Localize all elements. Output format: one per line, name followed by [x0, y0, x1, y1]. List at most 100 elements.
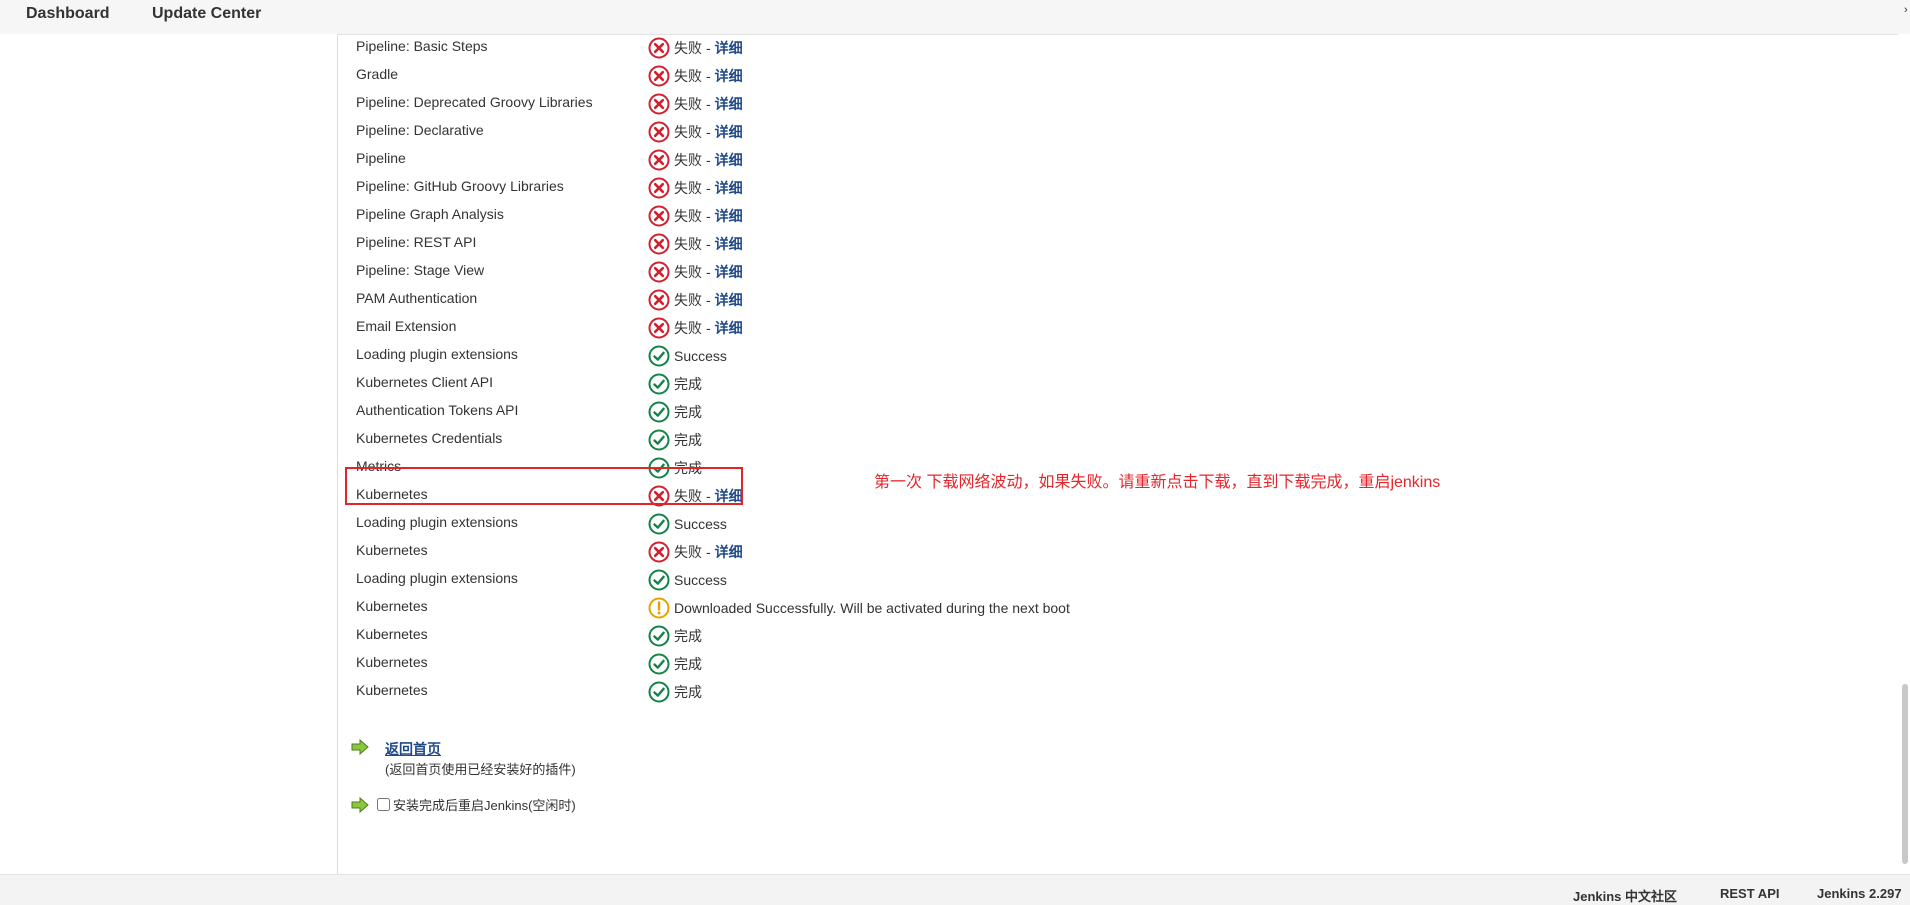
status-cell: Downloaded Successfully. Will be activat…: [648, 594, 1070, 622]
fail-icon: [648, 541, 670, 563]
plugin-name: Email Extension: [356, 318, 457, 334]
breadcrumb-dashboard[interactable]: Dashboard: [26, 5, 110, 23]
plugin-name: Loading plugin extensions: [356, 346, 518, 362]
status-cell: 失败 - 详细: [648, 118, 743, 146]
plugin-name: Pipeline: [356, 150, 406, 166]
detail-link[interactable]: 详细: [715, 542, 743, 562]
plugin-name: Pipeline Graph Analysis: [356, 206, 504, 222]
separator: -: [706, 40, 711, 56]
status-row: PAM Authentication 失败 - 详细: [356, 286, 1356, 314]
restart-checkbox[interactable]: [377, 798, 390, 811]
check-icon: [648, 373, 670, 395]
plugin-name: Kubernetes: [356, 682, 428, 698]
status-row: Pipeline: Stage View 失败 - 详细: [356, 258, 1356, 286]
status-text: 失败: [674, 264, 702, 280]
status-cell: Success: [648, 510, 727, 538]
fail-icon: [648, 289, 670, 311]
status-cell: 失败 - 详细: [648, 286, 743, 314]
status-text: 完成: [674, 432, 702, 448]
status-text: 失败: [674, 320, 702, 336]
footer-community-link[interactable]: Jenkins 中文社区: [1573, 886, 1677, 905]
breadcrumb-update-center[interactable]: Update Center: [152, 5, 261, 23]
scrollbar-thumb[interactable]: [1902, 684, 1908, 864]
status-cell: 失败 - 详细: [648, 314, 743, 342]
status-cell: 完成: [648, 678, 702, 706]
fail-icon: [648, 121, 670, 143]
plugin-name: Authentication Tokens API: [356, 402, 519, 418]
detail-link[interactable]: 详细: [715, 234, 743, 254]
detail-link[interactable]: 详细: [715, 178, 743, 198]
status-row: Email Extension 失败 - 详细: [356, 314, 1356, 342]
footer: Jenkins 中文社区 REST API Jenkins 2.297: [0, 874, 1910, 905]
plugin-name: Kubernetes: [356, 598, 428, 614]
status-cell: 失败 - 详细: [648, 174, 743, 202]
status-text: 失败: [674, 152, 702, 168]
main-panel: Pipeline: Basic Steps 失败 - 详细 Gradle 失败 - 详细 Pip…: [338, 34, 1898, 874]
status-row: Pipeline: GitHub Groovy Libraries 失败 - 详细: [356, 174, 1356, 202]
fail-icon: [648, 149, 670, 171]
separator: -: [706, 96, 711, 112]
back-note: (返回首页使用已经安装好的插件): [385, 762, 576, 777]
status-text: 失败: [674, 180, 702, 196]
status-row: Kubernetes 完成: [356, 678, 1356, 706]
detail-link[interactable]: 详细: [715, 122, 743, 142]
separator: -: [706, 236, 711, 252]
detail-link[interactable]: 详细: [715, 150, 743, 170]
warning-icon: [648, 597, 670, 619]
status-cell: 失败 - 详细: [648, 258, 743, 286]
status-text: 完成: [674, 656, 702, 672]
status-text: 失败: [674, 208, 702, 224]
footer-version-link[interactable]: Jenkins 2.297: [1817, 886, 1902, 901]
detail-link[interactable]: 详细: [715, 318, 743, 338]
detail-link[interactable]: 详细: [715, 66, 743, 86]
detail-link[interactable]: 详细: [715, 262, 743, 282]
chevron-right-icon: ›: [1904, 4, 1908, 16]
restart-section: 安装完成后重启Jenkins(空闲时): [351, 795, 576, 814]
status-row: Kubernetes 完成: [356, 650, 1356, 678]
plugin-name: Pipeline: GitHub Groovy Libraries: [356, 178, 564, 194]
plugin-name: Pipeline: REST API: [356, 234, 477, 250]
status-cell: 完成: [648, 398, 702, 426]
plugin-name: Kubernetes: [356, 626, 428, 642]
plugin-name: Kubernetes Credentials: [356, 430, 503, 446]
status-cell: 完成: [648, 650, 702, 678]
plugin-name: PAM Authentication: [356, 290, 478, 306]
back-to-dashboard-link[interactable]: 返回首页: [385, 739, 441, 759]
breadcrumb-bar: Dashboard Update Center ›: [0, 0, 1910, 35]
status-row: Gradle 失败 - 详细: [356, 62, 1356, 90]
fail-icon: [648, 37, 670, 59]
arrow-right-icon: [351, 796, 369, 813]
detail-link[interactable]: 详细: [715, 38, 743, 58]
status-row: Kubernetes 失败 - 详细: [356, 538, 1356, 566]
restart-label[interactable]: 安装完成后重启Jenkins(空闲时): [393, 795, 576, 814]
detail-link[interactable]: 详细: [715, 206, 743, 226]
plugin-name: Kubernetes: [356, 654, 428, 670]
detail-link[interactable]: 详细: [715, 290, 743, 310]
status-cell: 完成: [648, 622, 702, 650]
status-row: Kubernetes Client API 完成: [356, 370, 1356, 398]
status-cell: 失败 - 详细: [648, 146, 743, 174]
plugin-name: Pipeline: Deprecated Groovy Libraries: [356, 94, 593, 110]
scrollbar[interactable]: [1898, 34, 1910, 874]
status-row: Pipeline: Declarative 失败 - 详细: [356, 118, 1356, 146]
status-text: 完成: [674, 684, 702, 700]
plugin-name: Kubernetes: [356, 542, 428, 558]
status-text: 失败: [674, 96, 702, 112]
fail-icon: [648, 261, 670, 283]
status-row: Pipeline: Basic Steps 失败 - 详细: [356, 34, 1356, 62]
plugin-name: Kubernetes Client API: [356, 374, 493, 390]
status-cell: 失败 - 详细: [648, 62, 743, 90]
status-text: 失败: [674, 68, 702, 84]
check-icon: [648, 345, 670, 367]
check-icon: [648, 653, 670, 675]
plugin-name: Pipeline: Stage View: [356, 262, 485, 278]
status-row: Kubernetes Downloaded Successfully. Will …: [356, 594, 1356, 622]
separator: -: [706, 544, 711, 560]
detail-link[interactable]: 详细: [715, 94, 743, 114]
status-cell: Success: [648, 566, 727, 594]
separator: -: [706, 180, 711, 196]
status-text: 完成: [674, 404, 702, 420]
status-text: 失败: [674, 236, 702, 252]
footer-rest-api-link[interactable]: REST API: [1720, 886, 1779, 901]
status-row: Loading plugin extensions Success: [356, 510, 1356, 538]
